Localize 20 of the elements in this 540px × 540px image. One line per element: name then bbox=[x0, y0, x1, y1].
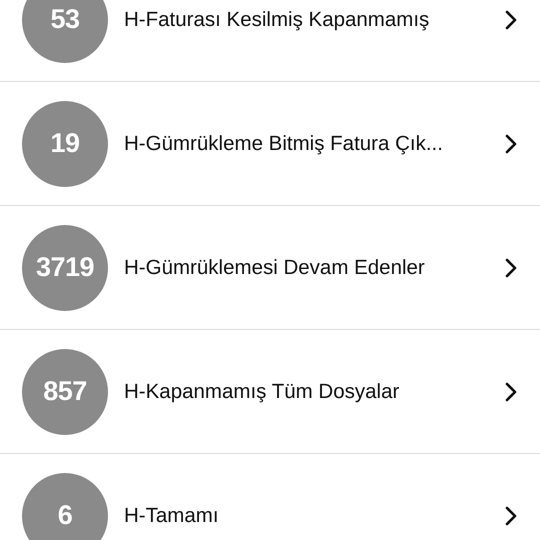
count-badge: 857 bbox=[22, 348, 108, 434]
chevron-right-icon bbox=[504, 258, 518, 278]
row-label: H-Tamamı bbox=[124, 504, 220, 528]
list-row[interactable]: 53 H-Faturası Kesilmiş Kapanmamış bbox=[0, 0, 540, 82]
count-badge: 53 bbox=[22, 0, 108, 62]
list-row[interactable]: 3719 H-Gümrüklemesi Devam Edenler bbox=[0, 206, 540, 330]
row-label: H-Kapanmamış Tüm Dosyalar bbox=[124, 380, 400, 404]
row-label: H-Faturası Kesilmiş Kapanmamış bbox=[124, 8, 430, 32]
count-badge: 3719 bbox=[22, 224, 108, 310]
count-badge: 19 bbox=[22, 100, 108, 186]
row-label: H-Gümrüklemesi Devam Edenler bbox=[124, 256, 426, 280]
chevron-right-icon bbox=[504, 10, 518, 30]
count-badge: 6 bbox=[22, 472, 108, 540]
list-row[interactable]: 857 H-Kapanmamış Tüm Dosyalar bbox=[0, 330, 540, 454]
list-row[interactable]: 6 H-Tamamı bbox=[0, 454, 540, 540]
chevron-right-icon bbox=[504, 382, 518, 402]
chevron-right-icon bbox=[504, 506, 518, 526]
list-row[interactable]: 19 H-Gümrükleme Bitmiş Fatura Çık... bbox=[0, 82, 540, 206]
row-label: H-Gümrükleme Bitmiş Fatura Çık... bbox=[124, 132, 444, 156]
chevron-right-icon bbox=[504, 134, 518, 154]
